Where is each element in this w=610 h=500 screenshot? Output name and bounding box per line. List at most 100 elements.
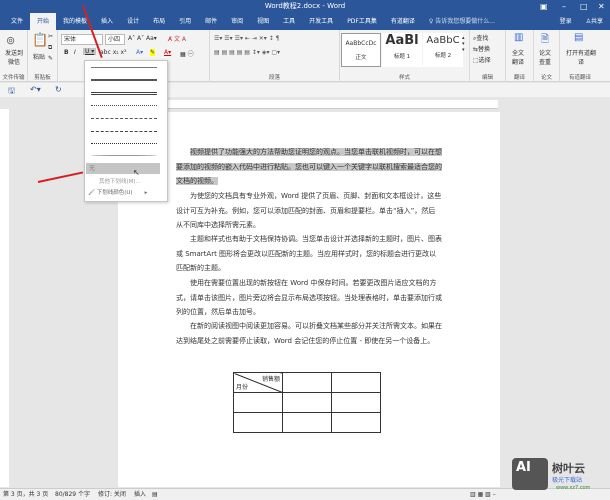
underline-thick[interactable] xyxy=(91,79,157,81)
tab-file[interactable]: 文件 xyxy=(4,13,30,30)
char-shading-icon[interactable]: ▦ ㊀ xyxy=(180,49,194,58)
style-preview: AaBbC xyxy=(426,35,460,46)
font-size-combo[interactable]: 小四 xyxy=(105,34,125,45)
table-cell[interactable] xyxy=(331,412,381,433)
tab-home[interactable]: 开始 xyxy=(30,13,57,30)
word-count[interactable]: 80/829 个字 xyxy=(55,489,90,500)
paragraph-3[interactable]: 主题和样式也有助于文档保持协调。当您单击设计并选择新的主题时，图片、图表或 Sm… xyxy=(176,232,442,276)
group-label: 文件传输 xyxy=(2,75,25,81)
save-icon[interactable]: 🖫 xyxy=(8,85,15,99)
underline-double[interactable] xyxy=(91,92,157,95)
underline-dashed[interactable] xyxy=(91,118,157,119)
table-cell[interactable] xyxy=(282,412,332,433)
text-effects-icon[interactable]: A▾ xyxy=(136,49,143,56)
replace-button[interactable]: ⇆替换 xyxy=(473,44,490,53)
diagonal-header-cell[interactable]: 销售额 月份 xyxy=(233,372,283,393)
insert-mode[interactable]: 插入 xyxy=(134,489,146,500)
document-page[interactable]: 视频提供了功能强大的方法帮助您证明您的观点。当您单击联机视频时，可以在想要添加的… xyxy=(118,112,500,487)
tab-developer[interactable]: 开发工具 xyxy=(302,13,340,30)
mouse-cursor-icon: ↖ xyxy=(133,168,140,177)
paragraph-1[interactable]: 视频提供了功能强大的方法帮助您证明您的观点。当您单击联机视频时，可以在想要添加的… xyxy=(176,145,442,189)
strike-sub-sup-icons[interactable]: abc x₂ x² xyxy=(100,49,127,56)
redo-icon[interactable]: ↻ xyxy=(55,85,62,94)
watermark-logo: AI 树叶云 极光下载站 www.xz7.com xyxy=(512,458,608,498)
revision-status[interactable]: 修订: 关闭 xyxy=(98,489,126,500)
paragraph-5[interactable]: 在新的阅读视图中阅读更加容易。可以折叠文档某些部分并关注所需文本。如果在达到结尾… xyxy=(176,319,442,348)
group-label: 论文 xyxy=(540,75,552,81)
maximize-button[interactable]: □ xyxy=(580,0,588,13)
clear-format-icon[interactable]: A̸ 文 A xyxy=(168,34,186,43)
submenu-arrow-icon: ▸ xyxy=(144,190,148,196)
send-wechat-button[interactable]: 发送到微信 xyxy=(3,48,25,66)
close-button[interactable]: ✕ xyxy=(598,0,605,13)
tell-me-search[interactable]: ♀ 告诉我您想要做什么... xyxy=(422,13,502,30)
window-title: Word教程2.docx - Word xyxy=(264,2,346,10)
table-cell[interactable] xyxy=(331,392,381,413)
underline-button[interactable]: U ▾ xyxy=(83,48,97,55)
minimize-button[interactable]: – xyxy=(562,0,566,13)
undo-icon[interactable]: ↶▾ xyxy=(30,85,41,94)
ribbon-display-icon[interactable]: ▣ xyxy=(540,0,548,13)
document-table[interactable]: 销售额 月份 xyxy=(233,372,381,433)
tab-tools[interactable]: 工具 xyxy=(276,13,302,30)
tab-review[interactable]: 审阅 xyxy=(224,13,250,30)
page-count[interactable]: 第 3 页，共 3 页 xyxy=(3,489,48,500)
group-editing: ⌕查找 ⇆替换 ⬚选择 编辑 xyxy=(470,30,506,82)
underline-dash-dot-dot[interactable] xyxy=(91,143,157,144)
tab-pdf[interactable]: PDF工具集 xyxy=(340,13,384,30)
style-normal[interactable]: AaBbCcDc 正文 xyxy=(341,33,381,67)
tab-insert[interactable]: 插入 xyxy=(94,13,120,30)
cut-icon[interactable]: ✂ xyxy=(48,33,53,40)
style-heading2[interactable]: AaBbC 标题 2 xyxy=(423,33,463,67)
bold-button[interactable]: B xyxy=(64,49,69,56)
format-painter-icon[interactable]: ✎ xyxy=(48,55,53,62)
table-cell[interactable] xyxy=(233,412,283,433)
horizontal-ruler[interactable] xyxy=(118,100,498,109)
find-button[interactable]: ⌕查找 xyxy=(473,33,488,43)
table-cell[interactable] xyxy=(233,392,283,413)
tab-references[interactable]: 引用 xyxy=(172,13,198,30)
table-cell[interactable] xyxy=(282,372,332,393)
macro-icon[interactable]: ▤ xyxy=(152,489,158,500)
paragraph-2[interactable]: 为使您的文档具有专业外观，Word 提供了页眉、页脚、封面和文本框设计，这些设计… xyxy=(176,189,442,233)
select-button[interactable]: ⬚选择 xyxy=(473,55,491,64)
fulltext-translate-button[interactable]: 全文翻译 xyxy=(512,48,528,66)
group-translate: ▥ 全文翻译 翻译 xyxy=(506,30,534,82)
tab-mailings[interactable]: 邮件 xyxy=(198,13,224,30)
font-color-icon[interactable]: A▾ xyxy=(164,49,171,56)
copy-icon[interactable]: ⧉ xyxy=(48,44,52,52)
tab-view[interactable]: 视图 xyxy=(250,13,276,30)
underline-color-item[interactable]: 🖌 下划线颜色(U) ▸ xyxy=(88,188,147,196)
login-link[interactable]: 登录 xyxy=(553,13,579,30)
youdao-icon: ▤ xyxy=(574,32,584,43)
underline-dotted[interactable] xyxy=(91,105,157,106)
share-button[interactable]: ♙共享 xyxy=(579,13,610,30)
list-icons[interactable]: ☰▾ ☰▾ ☰▾ ⇤ ⇥ ✕▾ ↕ ¶ xyxy=(214,35,279,42)
group-label: 翻译 xyxy=(513,75,525,81)
tab-layout[interactable]: 布局 xyxy=(146,13,172,30)
open-youdao-button[interactable]: 打开有道翻译 xyxy=(564,48,598,66)
more-underlines-item[interactable]: 其他下划线(M)... xyxy=(99,177,141,185)
vertical-ruler[interactable] xyxy=(0,109,9,487)
share-label: 共享 xyxy=(590,18,603,25)
styles-scroll[interactable]: ▴ ▾ ▾ xyxy=(462,35,465,53)
italic-button[interactable]: I xyxy=(74,49,76,56)
underline-single[interactable] xyxy=(91,67,157,68)
watermark-brand: 树叶云 xyxy=(552,462,585,475)
highlight-icon[interactable]: ✎ xyxy=(150,49,156,56)
table-cell[interactable] xyxy=(331,372,381,393)
align-icons[interactable]: ▤ ▤ ▤ ▤ ▤ ↕▾ ◈▾ ▢▾ xyxy=(214,49,280,56)
underline-none-item[interactable]: 无 xyxy=(86,163,160,174)
tab-youdao[interactable]: 有道翻译 xyxy=(384,13,422,30)
paragraph-4[interactable]: 使用在需要位置出现的新按钮在 Word 中保存时间。若要更改图片适应文档的方式，… xyxy=(176,276,442,320)
view-buttons[interactable]: ▥ ▦ ▧ – xyxy=(470,489,496,500)
tab-design[interactable]: 设计 xyxy=(120,13,146,30)
style-heading1[interactable]: AaBl 标题 1 xyxy=(382,33,422,67)
underline-dash-dot[interactable] xyxy=(91,131,157,132)
grow-font-icon[interactable]: A˄ A˅ Aa▾ xyxy=(128,35,157,42)
table-cell[interactable] xyxy=(282,392,332,413)
group-paragraph: ☰▾ ☰▾ ☰▾ ⇤ ⇥ ✕▾ ↕ ¶ ▤ ▤ ▤ ▤ ▤ ↕▾ ◈▾ ▢▾ 段… xyxy=(210,30,340,82)
paste-button[interactable]: 粘贴 xyxy=(33,52,45,61)
paper-check-button[interactable]: 论文查重 xyxy=(539,48,555,66)
underline-wave[interactable] xyxy=(91,155,157,156)
